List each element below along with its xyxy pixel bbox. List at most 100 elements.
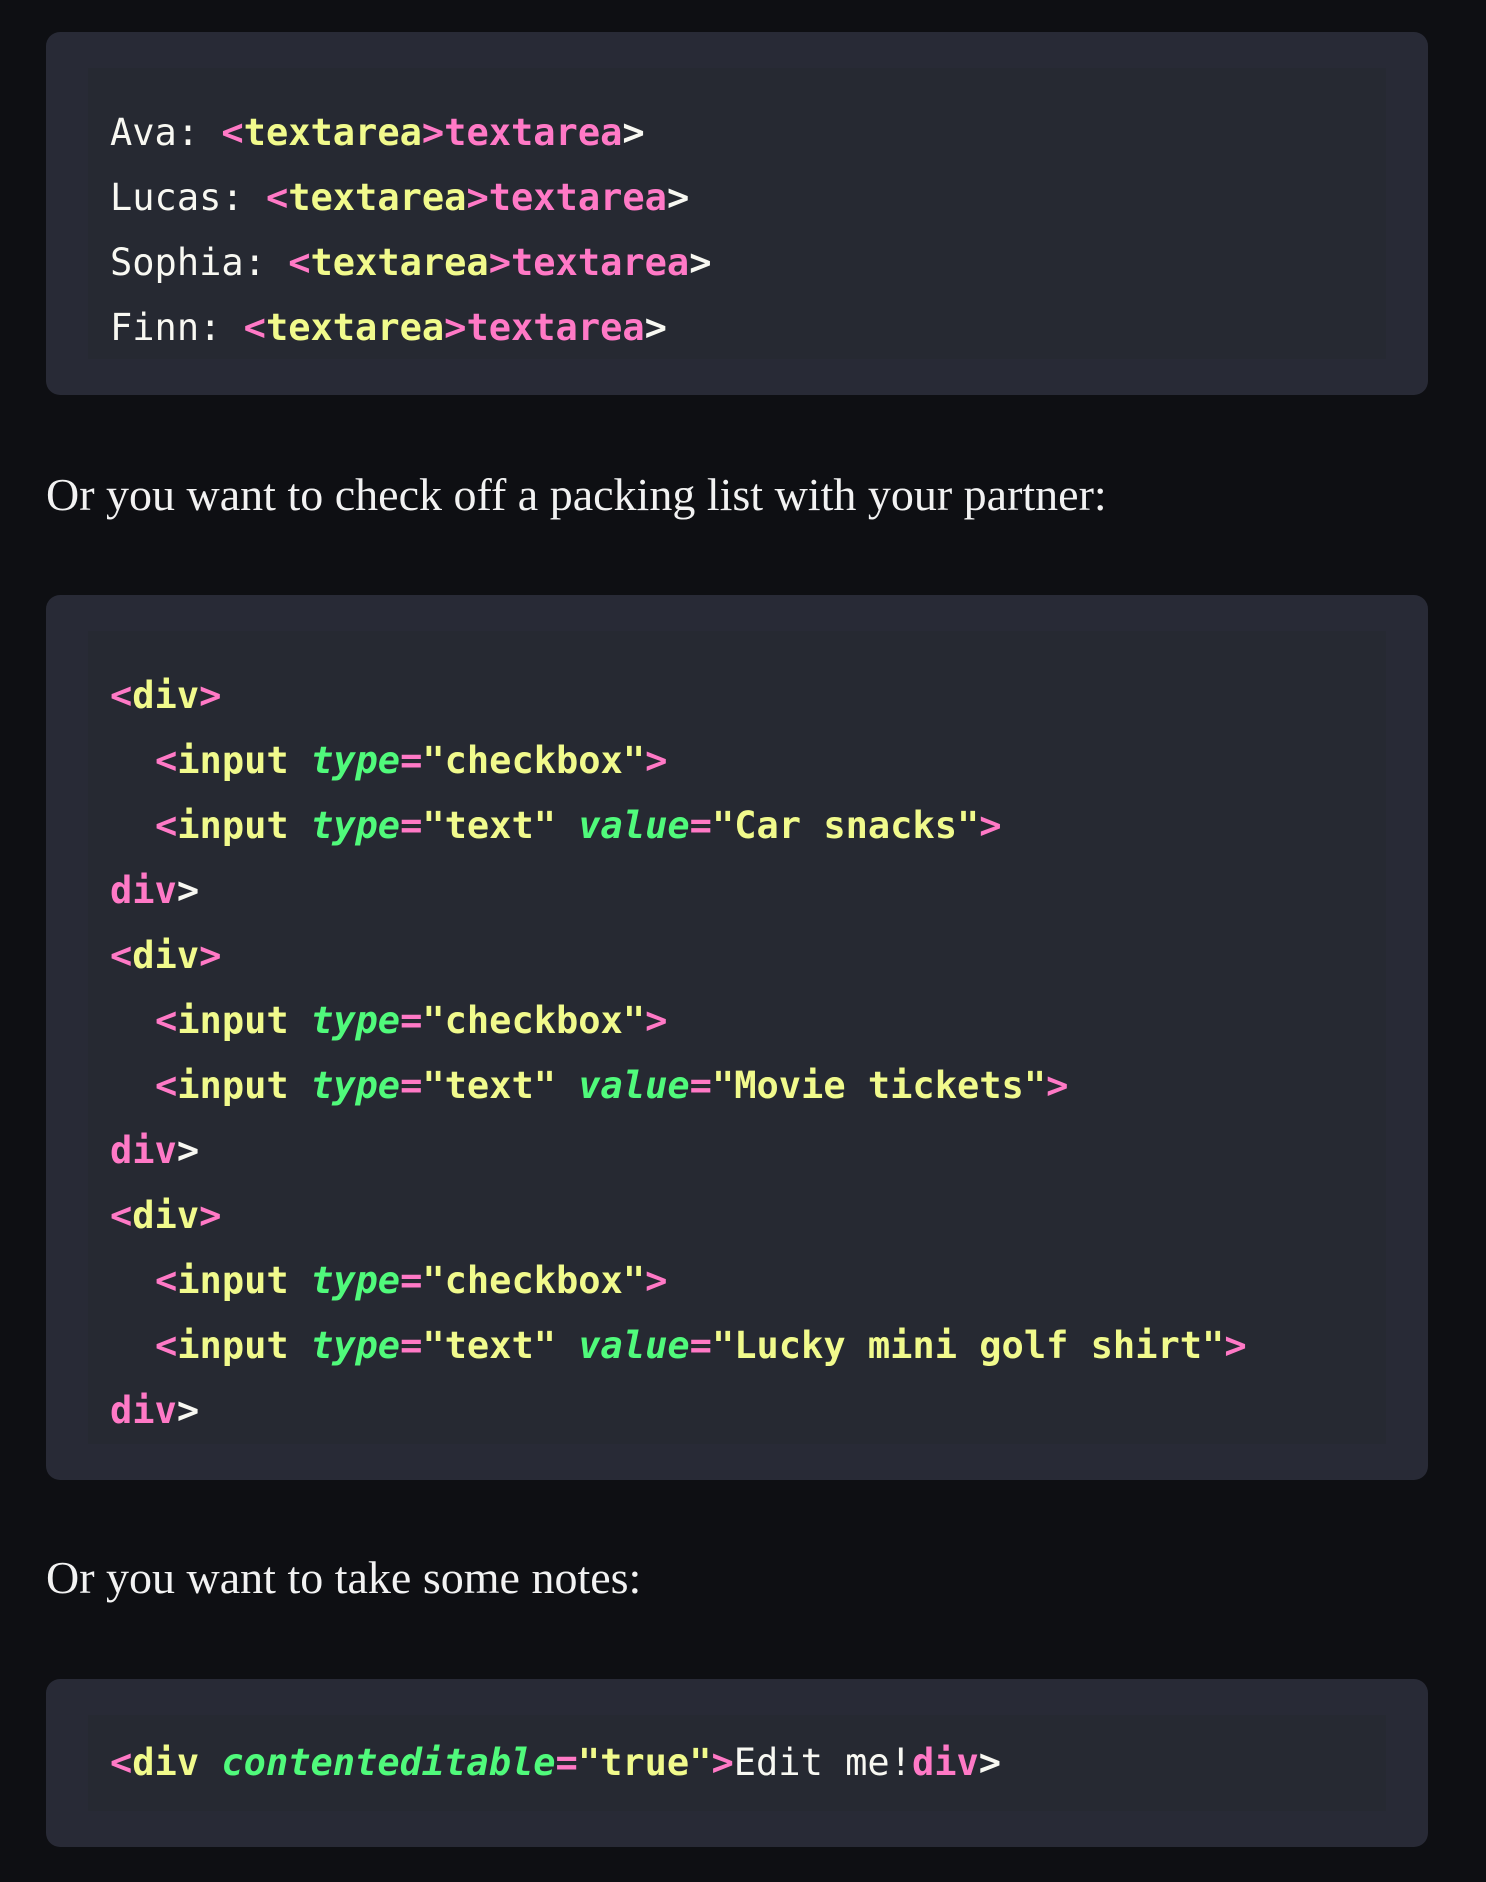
- code-punct: <: [155, 1324, 178, 1367]
- code-block-contenteditable: <div contenteditable="true">Edit me!div>: [46, 1679, 1428, 1847]
- code-punct: <: [155, 739, 178, 782]
- code-line: div>: [110, 1118, 1386, 1183]
- code-punct: >: [176, 1129, 200, 1172]
- code-line: <input type="checkbox">: [110, 728, 1386, 793]
- code-tag: input: [177, 804, 289, 847]
- code-punct: =: [400, 1324, 423, 1367]
- code-punct: >: [622, 111, 645, 154]
- code-line: <input type="checkbox">: [110, 988, 1386, 1053]
- code-tag: div: [110, 1389, 177, 1432]
- code-string: "checkbox": [422, 999, 646, 1042]
- code-line: <div>: [110, 663, 1386, 728]
- code-tag: textarea: [243, 111, 422, 154]
- code-text: Sophia:: [110, 241, 289, 284]
- code-punct: =: [400, 1259, 423, 1302]
- code-attr: type: [310, 1064, 401, 1107]
- code-attr: type: [310, 739, 401, 782]
- code-punct: <: [155, 1064, 178, 1107]
- code-punct: >: [199, 674, 222, 717]
- code-punct: >: [645, 739, 668, 782]
- code-attr: value: [578, 1324, 690, 1367]
- code-punct: >: [421, 111, 445, 154]
- code-attr: type: [310, 999, 401, 1042]
- paragraph-packing-list: Or you want to check off a packing list …: [46, 469, 1107, 520]
- code-punct: =: [400, 739, 423, 782]
- code-punct: <: [265, 176, 289, 219]
- code-line: Sophia: <textarea>textarea>: [110, 230, 1386, 295]
- code-content: <div> <input type="checkbox"> <input typ…: [88, 631, 1386, 1444]
- code-tag: textarea: [310, 241, 489, 284]
- code-punct: >: [199, 934, 222, 977]
- code-punct: <: [110, 1741, 133, 1784]
- code-attr: type: [310, 1324, 401, 1367]
- paragraph-notes: Or you want to take some notes:: [46, 1552, 642, 1603]
- code-text: Lucas:: [110, 176, 266, 219]
- code-punct: <: [243, 306, 266, 349]
- code-punct: =: [555, 1741, 578, 1784]
- code-string: "Movie tickets": [711, 1064, 1047, 1107]
- code-tag: div: [911, 1741, 979, 1784]
- code-tag: div: [110, 1129, 177, 1172]
- code-attr: type: [310, 804, 401, 847]
- code-punct: >: [645, 999, 668, 1042]
- code-string: "text": [422, 1324, 556, 1367]
- code-line: <div contenteditable="true">Edit me!div>: [110, 1715, 1386, 1811]
- code-punct: >: [199, 1194, 222, 1237]
- code-attr: type: [310, 1259, 401, 1302]
- code-line: div>: [110, 858, 1386, 923]
- code-tag: input: [177, 1324, 289, 1367]
- code-line: div>: [110, 1378, 1386, 1443]
- code-content: Ava: <textarea>textarea> Lucas: <textare…: [88, 68, 1386, 359]
- code-tag: input: [177, 999, 289, 1042]
- code-block-packing-list: <div> <input type="checkbox"> <input typ…: [46, 595, 1428, 1480]
- code-tag: textarea: [444, 111, 623, 154]
- code-line: <input type="text" value="Lucky mini gol…: [110, 1313, 1386, 1378]
- code-punct: =: [689, 1324, 712, 1367]
- code-line: <div>: [110, 923, 1386, 988]
- code-punct: >: [644, 306, 667, 349]
- code-tag: input: [177, 1064, 289, 1107]
- code-tag: div: [132, 1194, 200, 1237]
- code-tag: textarea: [511, 241, 690, 284]
- code-punct: >: [978, 1741, 1002, 1784]
- code-punct: =: [689, 804, 712, 847]
- code-string: "checkbox": [422, 739, 646, 782]
- code-punct: <: [155, 999, 178, 1042]
- code-string: "Lucky mini golf shirt": [711, 1324, 1225, 1367]
- code-attr: value: [578, 804, 690, 847]
- code-line: <input type="text" value="Car snacks">: [110, 793, 1386, 858]
- code-line: <input type="text" value="Movie tickets"…: [110, 1053, 1386, 1118]
- code-punct: <: [221, 111, 244, 154]
- code-tag: input: [177, 739, 289, 782]
- code-string: "true": [577, 1741, 712, 1784]
- code-line: <div>: [110, 1183, 1386, 1248]
- code-punct: <: [110, 674, 133, 717]
- code-tag: input: [177, 1259, 289, 1302]
- code-punct: <: [155, 804, 178, 847]
- code-punct: >: [711, 1741, 734, 1784]
- code-punct: <: [155, 1259, 178, 1302]
- code-punct: =: [400, 999, 423, 1042]
- code-string: "text": [422, 804, 556, 847]
- code-tag: div: [132, 1741, 200, 1784]
- code-punct: >: [488, 241, 511, 284]
- code-attr: contenteditable: [221, 1741, 556, 1784]
- code-tag: textarea: [265, 306, 445, 349]
- code-string: "text": [422, 1064, 556, 1107]
- code-text: Edit me!: [733, 1741, 912, 1784]
- code-punct: >: [645, 1259, 668, 1302]
- code-punct: >: [1224, 1324, 1247, 1367]
- code-punct: >: [689, 241, 712, 284]
- code-punct: >: [1046, 1064, 1069, 1107]
- code-line: <input type="checkbox">: [110, 1248, 1386, 1313]
- code-string: "checkbox": [422, 1259, 646, 1302]
- code-punct: =: [400, 804, 423, 847]
- code-punct: =: [400, 1064, 423, 1107]
- code-tag: div: [110, 869, 177, 912]
- code-line: Finn: <textarea>textarea>: [110, 295, 1386, 360]
- code-punct: >: [176, 1389, 200, 1432]
- code-line: Ava: <textarea>textarea>: [110, 100, 1386, 165]
- code-punct: <: [288, 241, 311, 284]
- code-punct: <: [110, 934, 133, 977]
- code-tag: textarea: [466, 306, 645, 349]
